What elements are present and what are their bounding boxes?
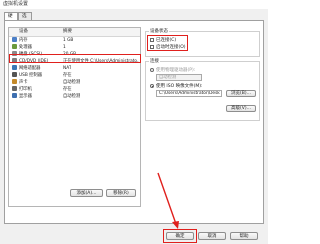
red-arrow-icon	[157, 172, 179, 229]
virtual-machine-settings-dialog: 虚拟机设置 硬件 选项 设备 摘要 内存1 GB处理器1硬盘 (SCSI)20 …	[0, 0, 268, 244]
